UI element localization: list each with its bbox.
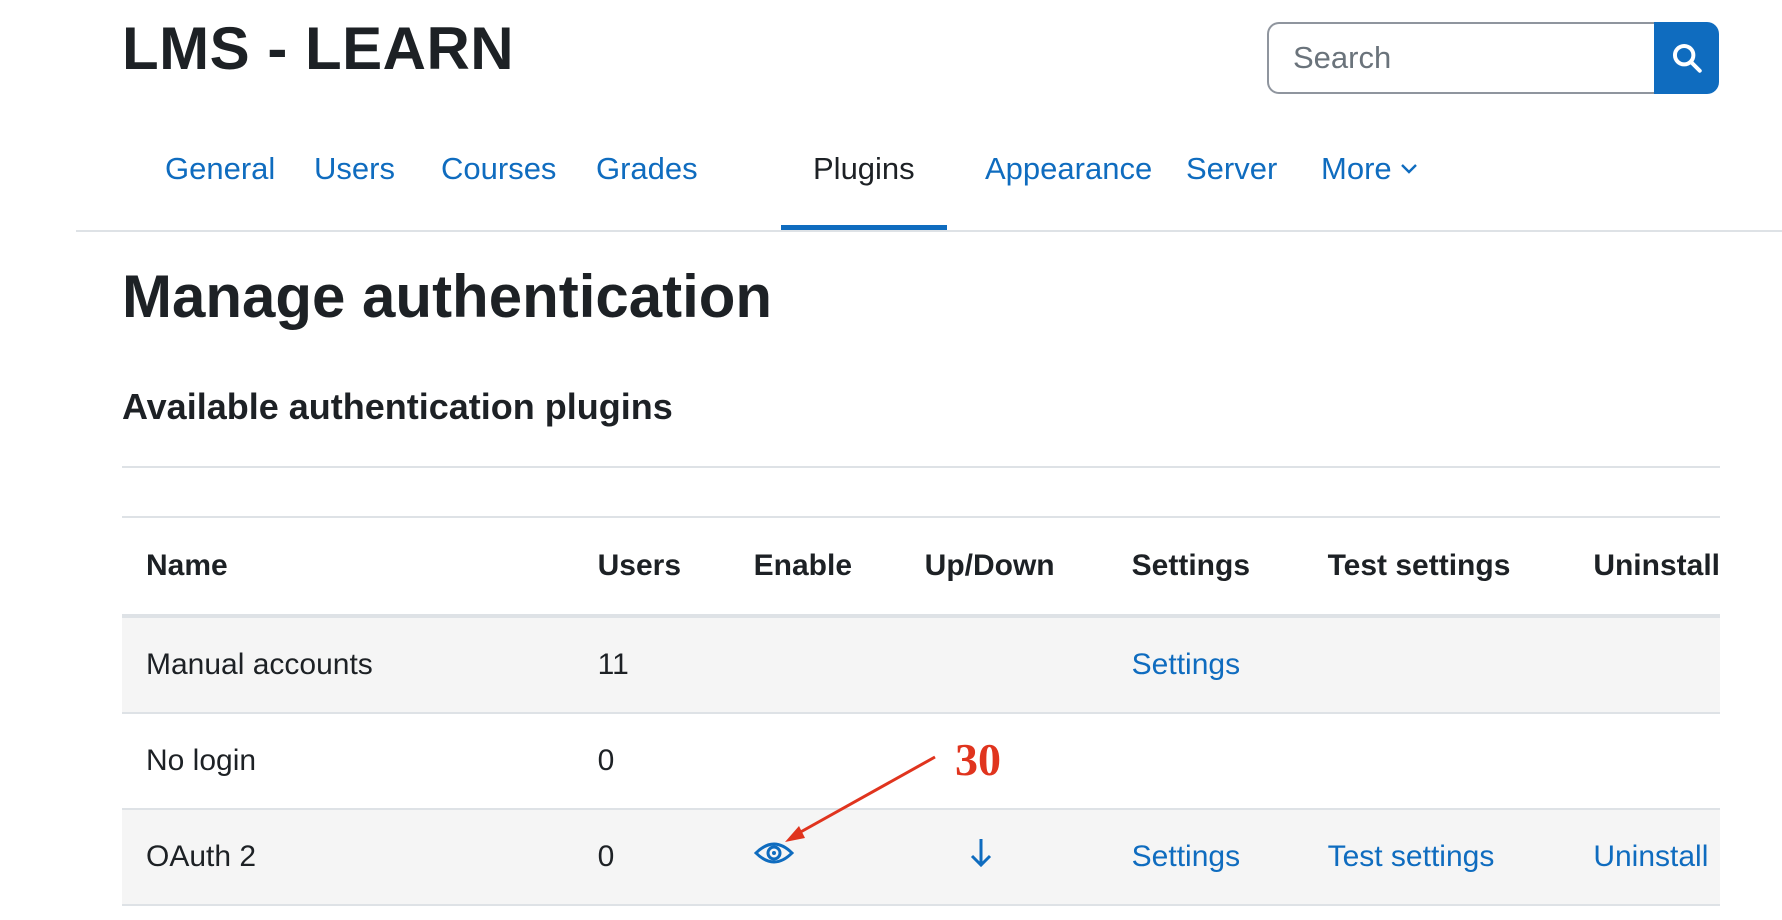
table-row: Manual accounts 11 Settings (122, 616, 1720, 714)
tab-more-label: More (1321, 151, 1392, 186)
uninstall-cell (1569, 616, 1720, 714)
auth-plugins-table: Name Users Enable Up/Down Settings Test … (122, 516, 1720, 906)
enable-cell (729, 713, 901, 810)
column-header-settings: Settings (1107, 516, 1304, 618)
settings-cell (1107, 713, 1304, 810)
updown-cell (900, 809, 1108, 906)
tab-courses[interactable]: Courses (409, 126, 588, 230)
test-settings-cell (1303, 616, 1570, 714)
annotation-number: 30 (955, 734, 1001, 785)
tab-server[interactable]: Server (1154, 126, 1309, 230)
tab-appearance[interactable]: Appearance (953, 126, 1184, 230)
move-down-button[interactable] (969, 837, 993, 869)
section-divider (122, 466, 1720, 468)
column-header-users: Users (573, 516, 730, 618)
page-title: Manage authentication (122, 263, 773, 330)
column-header-test-settings: Test settings (1303, 516, 1570, 618)
section-title: Available authentication plugins (122, 386, 673, 427)
chevron-down-icon (1400, 163, 1417, 174)
uninstall-cell: Uninstall (1569, 809, 1720, 906)
column-header-uninstall: Uninstall (1569, 516, 1720, 618)
search-button[interactable] (1654, 22, 1719, 94)
test-settings-cell (1303, 713, 1570, 810)
tab-grades[interactable]: Grades (564, 126, 730, 230)
updown-cell (900, 713, 1108, 810)
enable-cell (729, 809, 901, 906)
updown-cell (900, 616, 1108, 714)
settings-link[interactable]: Settings (1132, 648, 1240, 681)
enable-toggle-button[interactable] (753, 839, 794, 867)
table-row: No login 0 (122, 713, 1720, 810)
test-settings-link[interactable]: Test settings (1328, 840, 1495, 873)
arrow-down-icon (970, 839, 991, 868)
plugin-users: 0 (573, 713, 730, 810)
column-header-name: Name (122, 516, 574, 618)
tab-more[interactable]: More (1289, 126, 1450, 230)
site-title: LMS - LEARN (122, 15, 515, 82)
plugin-name: No login (122, 713, 574, 810)
plugin-name: OAuth 2 (122, 809, 574, 906)
tab-plugins[interactable]: Plugins (781, 126, 947, 230)
settings-cell: Settings (1107, 809, 1304, 906)
table-row: OAuth 2 0 Settings Test settings Uninsta… (122, 809, 1720, 906)
uninstall-cell (1569, 713, 1720, 810)
plugin-users: 0 (573, 809, 730, 906)
test-settings-cell: Test settings (1303, 809, 1570, 906)
search-input[interactable] (1267, 22, 1654, 94)
plugin-name: Manual accounts (122, 616, 574, 714)
settings-link[interactable]: Settings (1132, 840, 1240, 873)
column-header-updown: Up/Down (900, 516, 1108, 618)
primary-navigation: General Users Courses Grades Plugins App… (76, 126, 1782, 232)
settings-cell: Settings (1107, 616, 1304, 714)
plugin-users: 11 (573, 616, 730, 714)
eye-icon (753, 842, 794, 864)
search-icon (1672, 43, 1702, 73)
table-header-row: Name Users Enable Up/Down Settings Test … (122, 516, 1720, 618)
search-form (1267, 22, 1719, 94)
column-header-enable: Enable (729, 516, 901, 618)
enable-cell (729, 616, 901, 714)
uninstall-link[interactable]: Uninstall (1593, 840, 1708, 873)
tab-users[interactable]: Users (282, 126, 427, 230)
